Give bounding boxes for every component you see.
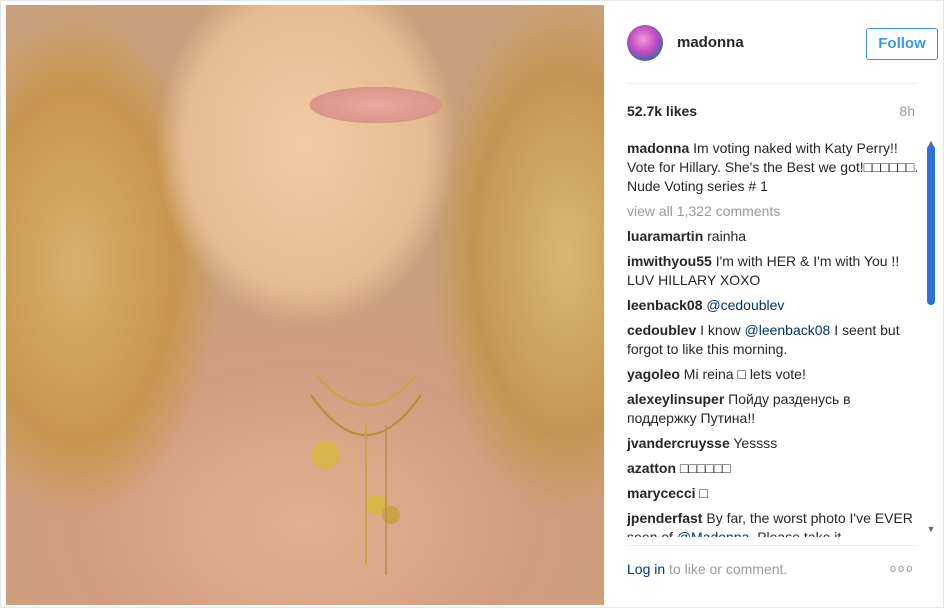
comment-text: rainha [707, 228, 747, 244]
username[interactable]: madonna [677, 34, 744, 51]
comment-user[interactable]: alexeylinsuper [627, 391, 724, 407]
view-all-comments-link[interactable]: view all 1,322 comments [627, 202, 922, 221]
comment-item: alexeylinsuper Пойду разденусь в поддерж… [627, 390, 922, 428]
comment-user[interactable]: leenback08 [627, 297, 703, 313]
comment-text: Yessss [733, 435, 778, 451]
post-time[interactable]: 8h [899, 103, 915, 119]
comment-user[interactable]: madonna [627, 140, 689, 156]
footer-divider [627, 545, 917, 546]
comment-user[interactable]: imwithyou55 [627, 253, 712, 269]
comment-item: jvandercruysse Yessss [627, 434, 922, 453]
comment-item: azatton □□□□□□ [627, 459, 922, 478]
comment-text: □ [699, 485, 708, 501]
comment-item: marycecci □ [627, 484, 922, 503]
login-prompt: Log in to like or comment. [627, 561, 787, 577]
comment-item: yagoleo Mi reina □ lets vote! [627, 365, 922, 384]
more-options-icon[interactable]: ooo [890, 563, 914, 575]
mention-link[interactable]: @Madonna [677, 529, 750, 537]
comment-user[interactable]: marycecci [627, 485, 696, 501]
comment-item: imwithyou55 I'm with HER & I'm with You … [627, 252, 922, 290]
comments-list: madonna Im voting naked with Katy Perry!… [627, 139, 922, 537]
comment-item: leenback08 @cedoublev [627, 296, 922, 315]
caption: madonna Im voting naked with Katy Perry!… [627, 139, 922, 196]
scroll-down-icon[interactable]: ▼ [925, 523, 937, 535]
comment-item: cedoublev I know @leenback08 I seent but… [627, 321, 922, 359]
necklace-graphic [310, 374, 422, 575]
comment-user[interactable]: jpenderfast [627, 510, 702, 526]
comment-user[interactable]: cedoublev [627, 322, 696, 338]
comment-text: Mi reina □ lets vote! [683, 366, 806, 382]
likes-count[interactable]: 52.7k likes [627, 103, 697, 119]
header-divider [627, 83, 917, 84]
comment-item: luaramartin rainha [627, 227, 922, 246]
comment-user[interactable]: yagoleo [627, 366, 680, 382]
post-header: madonna Follow [627, 23, 938, 65]
comment-user[interactable]: jvandercruysse [627, 435, 730, 451]
comment-text: I know [700, 322, 745, 338]
comments-scrollbar[interactable]: ▲ ▼ [925, 137, 937, 537]
login-prompt-text: to like or comment. [665, 561, 788, 577]
follow-button[interactable]: Follow [866, 28, 938, 60]
login-link[interactable]: Log in [627, 561, 665, 577]
mention-link[interactable]: @leenback08 [745, 322, 831, 338]
comment-user[interactable]: luaramartin [627, 228, 703, 244]
scroll-thumb[interactable] [927, 145, 935, 305]
avatar[interactable] [627, 25, 663, 61]
post-card: madonna Follow 52.7k likes 8h madonna Im… [0, 0, 944, 608]
post-sidebar: madonna Follow 52.7k likes 8h madonna Im… [605, 1, 943, 607]
mention-link[interactable]: @cedoublev [706, 297, 784, 313]
comment-user[interactable]: azatton [627, 460, 676, 476]
comment-item: jpenderfast By far, the worst photo I've… [627, 509, 922, 537]
comment-text: □□□□□□ [679, 460, 731, 476]
comment-text: . Please take it [749, 529, 842, 537]
post-photo[interactable] [6, 5, 604, 605]
